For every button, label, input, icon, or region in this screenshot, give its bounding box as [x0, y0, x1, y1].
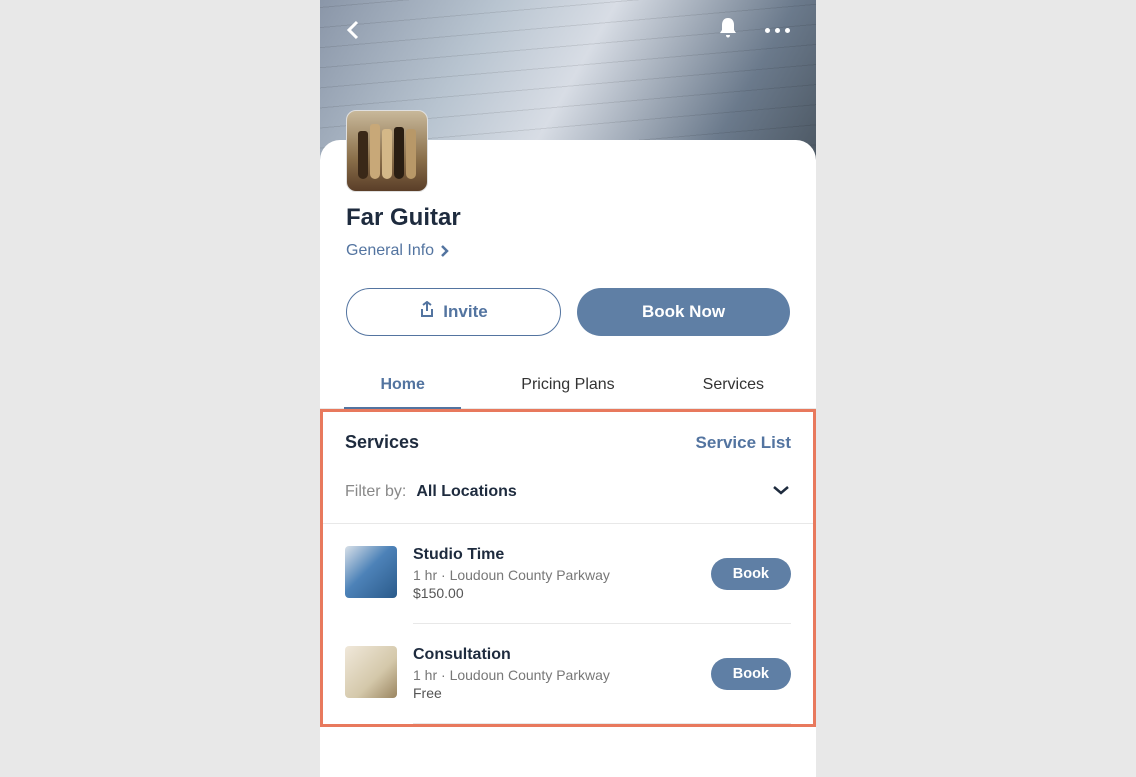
more-options-icon[interactable]: [757, 20, 798, 41]
book-now-label: Book Now: [642, 302, 725, 322]
services-highlighted-section: Services Service List Filter by: All Loc…: [320, 409, 816, 727]
general-info-label: General Info: [346, 242, 434, 260]
business-title: Far Guitar: [346, 204, 790, 232]
action-buttons: Invite Book Now: [320, 278, 816, 360]
app-screen: Far Guitar General Info Invite Book Now …: [320, 0, 816, 777]
general-info-link[interactable]: General Info: [346, 242, 790, 260]
service-price: Free: [413, 685, 695, 701]
share-icon: [419, 301, 435, 324]
service-meta: 1 hr · Loudoun County Parkway: [413, 667, 695, 683]
service-thumbnail: [345, 546, 397, 598]
service-name: Studio Time: [413, 546, 695, 564]
filter-label: Filter by:: [345, 483, 406, 501]
service-thumbnail: [345, 646, 397, 698]
back-button[interactable]: [338, 15, 368, 45]
chevron-down-icon: [771, 484, 791, 496]
chevron-right-icon: [440, 244, 449, 258]
content-card: Far Guitar General Info Invite Book Now …: [320, 140, 816, 777]
notification-bell-icon[interactable]: [717, 16, 739, 45]
service-name: Consultation: [413, 646, 695, 664]
divider: [413, 723, 791, 724]
service-info: Studio Time 1 hr · Loudoun County Parkwa…: [413, 546, 695, 601]
service-item-studio-time[interactable]: Studio Time 1 hr · Loudoun County Parkwa…: [323, 524, 813, 623]
services-header: Services Service List: [323, 412, 813, 471]
service-info: Consultation 1 hr · Loudoun County Parkw…: [413, 646, 695, 701]
book-now-button[interactable]: Book Now: [577, 288, 790, 336]
tab-label: Services: [703, 376, 764, 393]
service-meta: 1 hr · Loudoun County Parkway: [413, 567, 695, 583]
top-bar: [320, 0, 816, 60]
book-button[interactable]: Book: [711, 658, 791, 690]
invite-label: Invite: [443, 302, 487, 322]
tab-label: Home: [380, 376, 424, 393]
tab-label: Pricing Plans: [521, 376, 614, 393]
top-right-actions: [717, 16, 798, 45]
filter-value: All Locations: [416, 483, 516, 501]
logo-visual: [347, 111, 427, 191]
service-price: $150.00: [413, 585, 695, 601]
services-section-title: Services: [345, 432, 419, 453]
service-item-consultation[interactable]: Consultation 1 hr · Loudoun County Parkw…: [323, 624, 813, 723]
business-logo: [346, 110, 428, 192]
tab-home[interactable]: Home: [320, 360, 485, 408]
tabs: Home Pricing Plans Services: [320, 360, 816, 409]
book-button[interactable]: Book: [711, 558, 791, 590]
filter-dropdown-toggle[interactable]: [771, 483, 791, 501]
service-list-link[interactable]: Service List: [696, 433, 791, 453]
tab-services[interactable]: Services: [651, 360, 816, 408]
tab-pricing-plans[interactable]: Pricing Plans: [485, 360, 650, 408]
invite-button[interactable]: Invite: [346, 288, 561, 336]
filter-row[interactable]: Filter by: All Locations: [323, 471, 813, 523]
filter-left: Filter by: All Locations: [345, 483, 517, 501]
